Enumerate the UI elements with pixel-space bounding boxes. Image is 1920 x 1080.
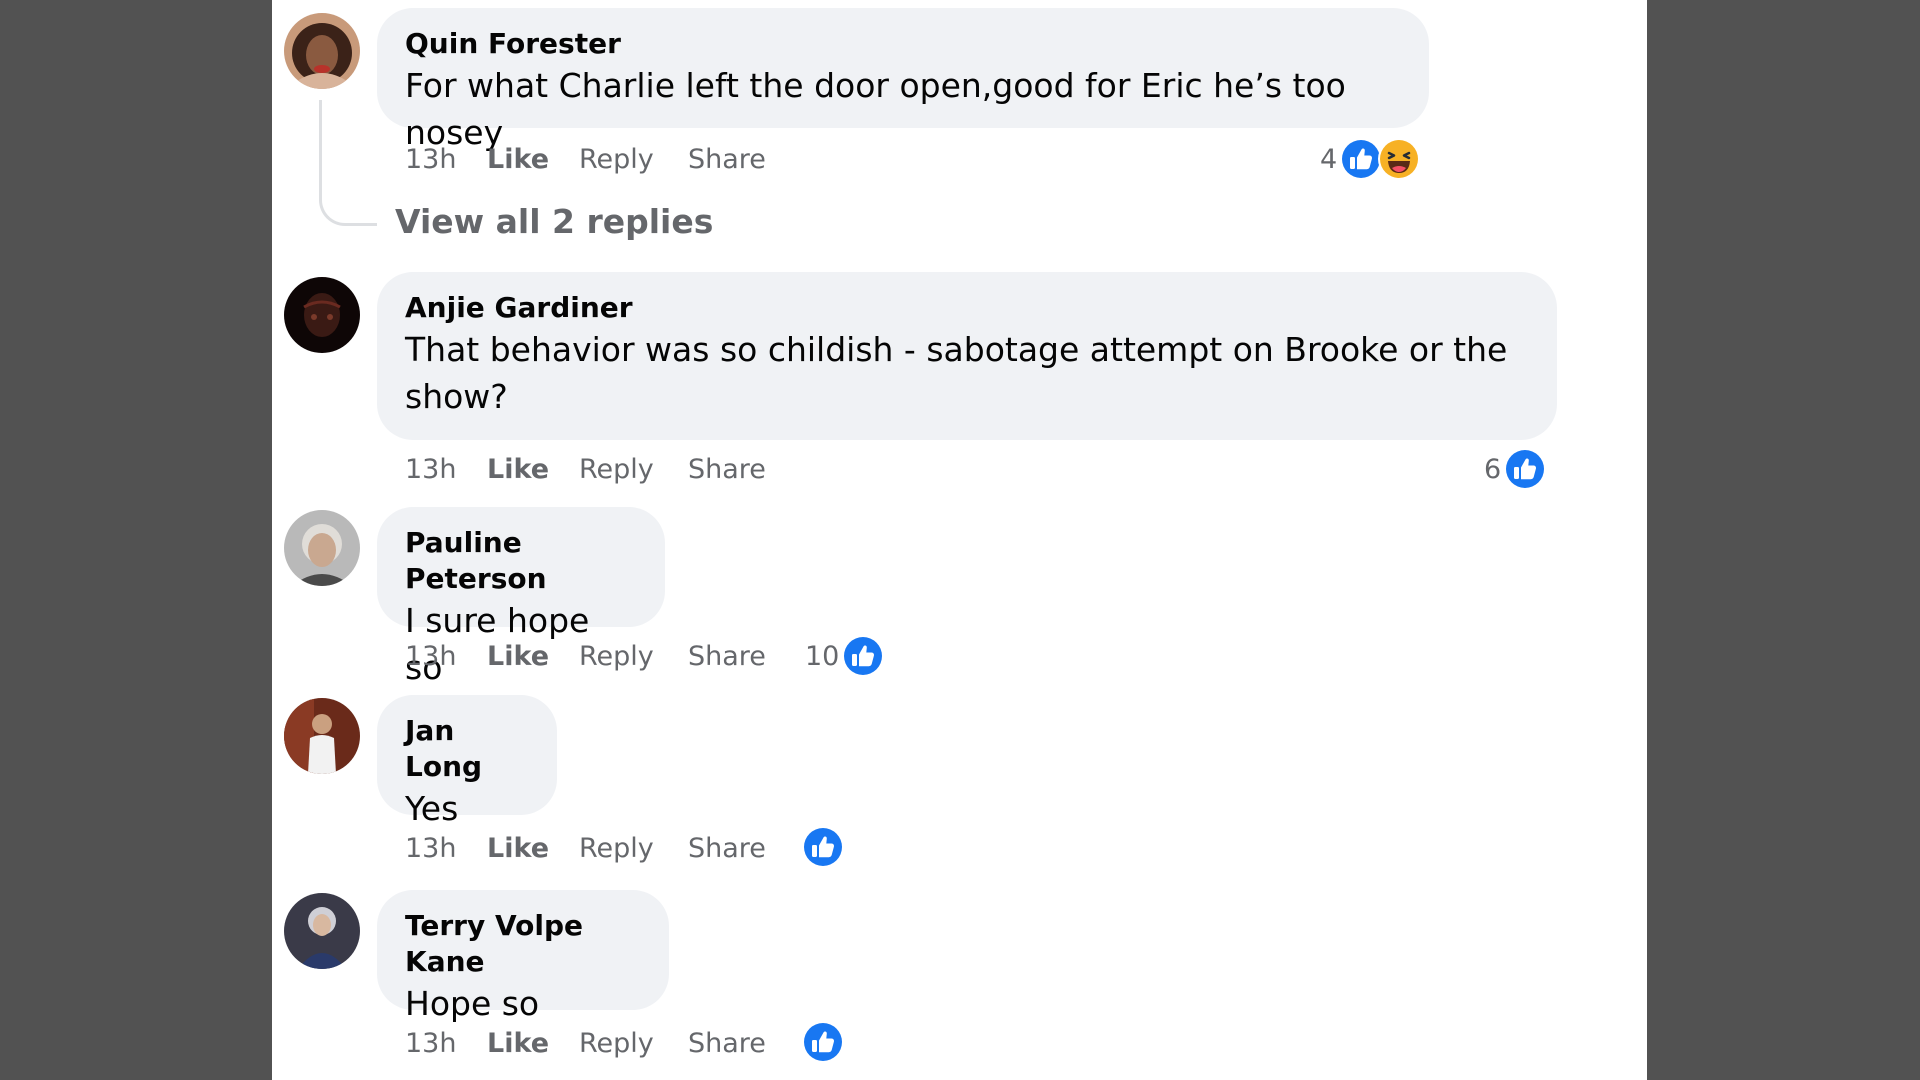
- avatar[interactable]: [284, 13, 360, 89]
- like-button[interactable]: Like: [487, 1028, 579, 1059]
- comment-actions: 13h Like Reply Share: [405, 139, 788, 179]
- comment-bubble: Quin Forester For what Charlie left the …: [377, 8, 1429, 152]
- comment-bubble: Anjie Gardiner That behavior was so chil…: [377, 272, 1557, 440]
- comment-text-line-1: That behavior was so childish - sabotage…: [405, 330, 1508, 369]
- avatar[interactable]: [284, 893, 360, 969]
- like-button[interactable]: Like: [487, 144, 579, 175]
- comment-bubble: Jan Long Yes: [377, 695, 557, 828]
- reaction-count: 4: [1320, 143, 1338, 175]
- comment-author[interactable]: Pauline Peterson: [405, 525, 637, 597]
- avatar[interactable]: [284, 510, 360, 586]
- comment-actions: 13h Like Reply Share: [405, 636, 788, 676]
- reaction-summary[interactable]: [801, 1019, 845, 1065]
- reply-button[interactable]: Reply: [579, 144, 688, 175]
- like-button[interactable]: Like: [487, 641, 579, 672]
- comment-bubble: Terry Volpe Kane Hope so: [377, 890, 669, 1023]
- avatar[interactable]: [284, 277, 360, 353]
- reaction-summary[interactable]: [801, 824, 845, 870]
- reaction-count: 6: [1484, 453, 1502, 485]
- like-icon: [1503, 447, 1547, 491]
- comment-timestamp[interactable]: 13h: [405, 144, 487, 175]
- avatar[interactable]: [284, 698, 360, 774]
- reply-button[interactable]: Reply: [579, 454, 688, 485]
- comment-bubble: Pauline Peterson I sure hope so: [377, 507, 665, 687]
- comment-timestamp[interactable]: 13h: [405, 1028, 487, 1059]
- reaction-count: 10: [805, 640, 840, 672]
- comment-author[interactable]: Anjie Gardiner: [405, 290, 1529, 326]
- share-button[interactable]: Share: [688, 833, 788, 864]
- comment-text: Hope so: [405, 984, 540, 1023]
- share-button[interactable]: Share: [688, 641, 788, 672]
- comment-author[interactable]: Quin Forester: [405, 26, 1401, 62]
- share-button[interactable]: Share: [688, 1028, 788, 1059]
- comment-text: Yes: [405, 789, 459, 828]
- comment-timestamp[interactable]: 13h: [405, 833, 487, 864]
- comment-actions: 13h Like Reply Share: [405, 828, 788, 868]
- comment-author[interactable]: Jan Long: [405, 713, 529, 785]
- thread-connector-line: [319, 100, 377, 226]
- reply-button[interactable]: Reply: [579, 833, 688, 864]
- comment-timestamp[interactable]: 13h: [405, 454, 487, 485]
- share-button[interactable]: Share: [688, 454, 788, 485]
- like-icon: [801, 825, 845, 869]
- comment-text-line-2: show?: [405, 377, 508, 416]
- reaction-summary[interactable]: 4: [1320, 136, 1421, 182]
- reaction-summary[interactable]: 6: [1484, 446, 1547, 492]
- reply-button[interactable]: Reply: [579, 641, 688, 672]
- like-button[interactable]: Like: [487, 833, 579, 864]
- view-replies-link[interactable]: View all 2 replies: [395, 202, 713, 241]
- reaction-summary[interactable]: 10: [805, 633, 885, 679]
- comment-timestamp[interactable]: 13h: [405, 641, 487, 672]
- share-button[interactable]: Share: [688, 144, 788, 175]
- like-icon: [841, 634, 885, 678]
- like-icon: [801, 1020, 845, 1064]
- like-button[interactable]: Like: [487, 454, 579, 485]
- reply-button[interactable]: Reply: [579, 1028, 688, 1059]
- haha-icon: [1377, 137, 1421, 181]
- comments-panel: Quin Forester For what Charlie left the …: [272, 0, 1647, 1080]
- comment-author[interactable]: Terry Volpe Kane: [405, 908, 641, 980]
- comment-actions: 13h Like Reply Share: [405, 1023, 788, 1063]
- comment-actions: 13h Like Reply Share: [405, 449, 788, 489]
